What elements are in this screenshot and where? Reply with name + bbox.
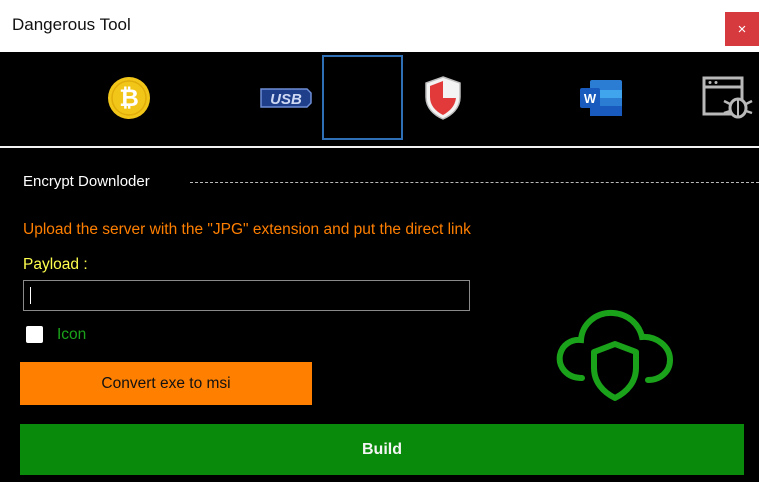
toolbar-divider xyxy=(0,146,759,148)
cloud-shield-icon xyxy=(556,309,674,401)
group-border-line xyxy=(190,182,759,183)
toolbar-selection-highlight xyxy=(322,55,403,140)
payload-input[interactable] xyxy=(23,280,470,311)
window-bug-icon xyxy=(702,76,753,119)
toolbar-item-window-bug[interactable] xyxy=(698,52,756,144)
build-button[interactable]: Build xyxy=(20,424,744,475)
toolbar-item-bitcoin[interactable]: ₿ xyxy=(104,52,154,144)
toolbar-item-word[interactable]: W xyxy=(574,52,626,144)
text-caret xyxy=(30,287,31,304)
word-icon: W xyxy=(580,80,622,116)
encrypt-group-label: Encrypt Downloder xyxy=(23,173,150,190)
convert-exe-to-msi-button[interactable]: Convert exe to msi xyxy=(20,362,312,405)
payload-label: Payload : xyxy=(23,256,88,273)
toolbar-item-usb[interactable]: USB xyxy=(256,52,316,144)
icon-checkbox[interactable] xyxy=(26,326,43,343)
upload-instructions: Upload the server with the "JPG" extensi… xyxy=(23,221,471,238)
bitcoin-glyph: ₿ xyxy=(119,84,139,112)
usb-label: USB xyxy=(270,91,302,108)
word-glyph: W xyxy=(584,91,597,106)
icon-checkbox-label[interactable]: Icon xyxy=(57,326,86,344)
title-bar: Dangerous Tool × xyxy=(0,0,759,52)
window-title: Dangerous Tool xyxy=(12,15,131,34)
close-button[interactable]: × xyxy=(725,12,759,46)
toolbar-item-shield[interactable] xyxy=(418,52,468,144)
shield-icon xyxy=(425,76,461,120)
usb-icon: USB xyxy=(260,88,312,108)
bitcoin-icon: ₿ xyxy=(108,77,150,119)
